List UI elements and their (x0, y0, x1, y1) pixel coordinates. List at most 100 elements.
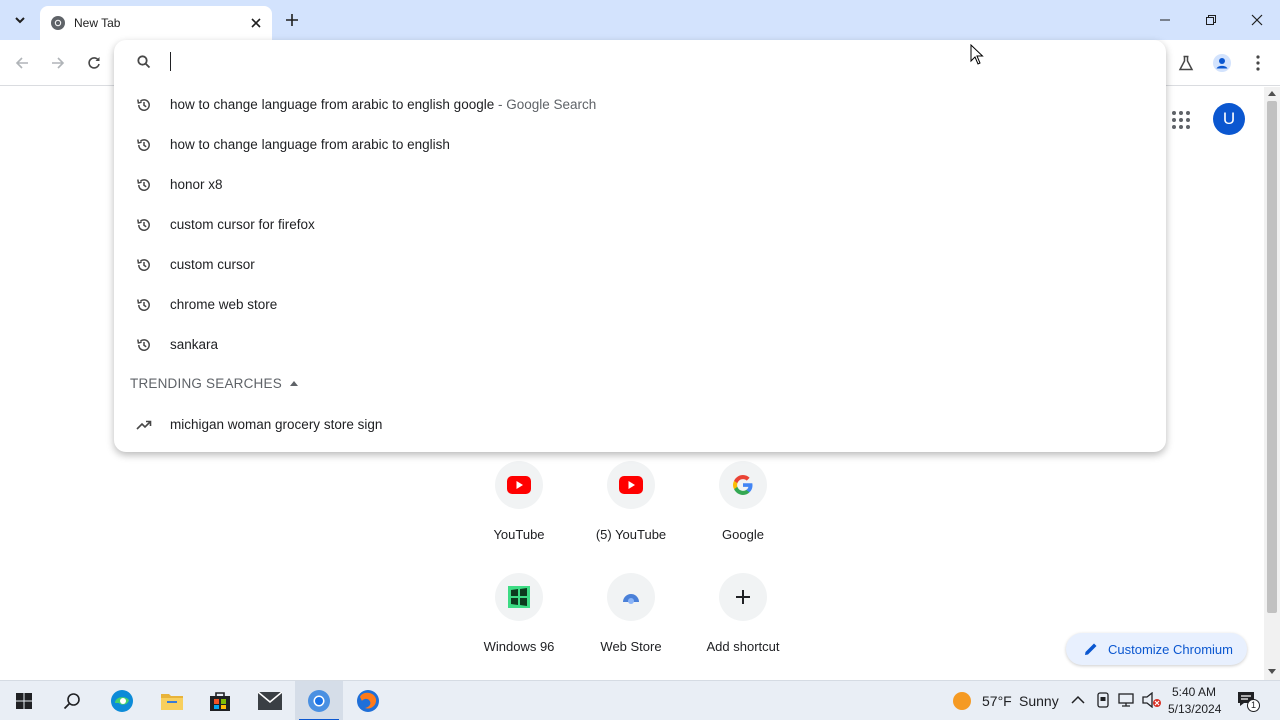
shortcut-label: Add shortcut (706, 639, 780, 654)
omnibox-input[interactable] (170, 52, 1070, 72)
apps-grid-icon (1172, 111, 1176, 115)
google-apps-button[interactable] (1168, 107, 1194, 133)
tab-close-button[interactable] (246, 13, 266, 33)
customize-chromium-button[interactable]: Customize Chromium (1066, 633, 1247, 665)
google-icon (733, 475, 753, 495)
suggestion-item[interactable]: chrome web store (114, 285, 1166, 325)
youtube-icon (619, 476, 643, 494)
profile-button[interactable] (1208, 49, 1236, 77)
chevron-down-icon (15, 17, 25, 24)
history-icon (137, 99, 150, 111)
trending-header-label: TRENDING SEARCHES (130, 376, 282, 391)
back-button[interactable] (8, 49, 36, 77)
taskbar-mail[interactable] (246, 681, 294, 720)
menu-button[interactable] (1244, 49, 1272, 77)
apps-grid-dot (1179, 118, 1183, 122)
scroll-thumb[interactable] (1267, 101, 1277, 613)
history-icon (137, 179, 150, 191)
trending-text: michigan woman grocery store sign (170, 417, 383, 432)
shortcut-label: Web Store (600, 639, 662, 654)
reload-icon (88, 57, 100, 69)
clock-time: 5:40 AM (1171, 685, 1217, 699)
shortcut-label: Google (722, 527, 764, 542)
suggestion-item[interactable]: custom cursor for firefox (114, 205, 1166, 245)
labs-button[interactable] (1172, 49, 1200, 77)
person-icon (1213, 54, 1231, 72)
system-clock[interactable]: 5:40 AM 5/13/2024 (1168, 684, 1222, 718)
arrow-left-icon (15, 57, 28, 69)
taskbar-edge[interactable] (98, 681, 146, 720)
mail-icon (258, 692, 282, 710)
weather-temp[interactable]: 57°F (982, 693, 1012, 709)
notification-count-badge: 1 (1247, 699, 1260, 712)
reload-button[interactable] (80, 49, 108, 77)
suggestion-item[interactable]: sankara (114, 325, 1166, 365)
plus-icon (736, 590, 750, 604)
shortcut-web-store[interactable]: Web Store (575, 559, 687, 663)
shortcut-google[interactable]: Google (687, 447, 799, 551)
tab-title: New Tab (74, 16, 121, 30)
apps-grid-dot (1179, 125, 1183, 129)
shortcut-tile (719, 573, 767, 621)
tab-new-tab[interactable]: New Tab (40, 6, 272, 40)
history-icon (137, 299, 150, 311)
pencil-icon (1085, 643, 1097, 655)
network-icon[interactable] (1118, 692, 1136, 708)
close-icon (1251, 14, 1263, 26)
text-caret (170, 52, 171, 71)
close-window-button[interactable] (1240, 6, 1274, 34)
windows96-icon (508, 586, 530, 608)
omnibox-dropdown: how to change language from arabic to en… (114, 40, 1166, 452)
store-bag-icon (210, 692, 230, 711)
shortcut-label: Windows 96 (483, 639, 555, 654)
apps-grid-dot (1172, 118, 1176, 122)
shortcut-windows-96[interactable]: Windows 96 (463, 559, 575, 663)
suggestion-item[interactable]: custom cursor (114, 245, 1166, 285)
omnibox[interactable] (114, 40, 1166, 84)
scroll-up-arrow[interactable] (1268, 91, 1276, 96)
minimize-icon (1160, 19, 1170, 21)
clock-date: 5/13/2024 (1168, 702, 1222, 716)
page-scrollbar[interactable] (1264, 87, 1280, 680)
account-avatar[interactable]: U (1213, 103, 1245, 135)
shortcut-youtube[interactable]: YouTube (463, 447, 575, 551)
taskbar-file-explorer[interactable] (148, 681, 196, 720)
history-icon (137, 259, 150, 271)
apps-grid-dot (1186, 118, 1190, 122)
minimize-button[interactable] (1148, 6, 1182, 34)
meet-now-icon[interactable] (1096, 692, 1110, 708)
apps-grid-dot (1186, 111, 1190, 115)
folder-icon (161, 694, 183, 710)
weather-condition[interactable]: Sunny (1019, 693, 1059, 709)
restore-button[interactable] (1194, 6, 1228, 34)
suggestion-suffix: - Google Search (494, 97, 597, 112)
suggestion-item[interactable]: how to change language from arabic to en… (114, 125, 1166, 165)
chevron-up-icon[interactable] (1071, 695, 1085, 705)
suggestion-text-wrap: how to change language from arabic to en… (170, 97, 596, 112)
new-tab-button[interactable] (280, 8, 304, 32)
taskbar-store[interactable] (196, 681, 244, 720)
windows-logo-icon (16, 693, 32, 709)
search-icon (137, 55, 151, 69)
add-shortcut-button[interactable]: Add shortcut (687, 559, 799, 663)
forward-button[interactable] (44, 49, 72, 77)
suggestion-item[interactable]: honor x8 (114, 165, 1166, 205)
taskbar-search-button[interactable] (48, 681, 96, 720)
tab-search-button[interactable] (8, 8, 32, 32)
scroll-down-arrow[interactable] (1268, 669, 1276, 674)
suggestion-text: custom cursor for firefox (170, 217, 315, 232)
suggestion-item[interactable]: how to change language from arabic to en… (114, 85, 1166, 125)
taskbar-chromium[interactable] (295, 681, 343, 720)
more-vert-icon (1256, 55, 1260, 71)
trending-icon (136, 420, 152, 430)
shortcut-youtube-5[interactable]: (5) YouTube (575, 447, 687, 551)
trending-searches-header[interactable]: TRENDING SEARCHES (130, 376, 298, 391)
volume-muted-icon[interactable] (1142, 692, 1162, 708)
start-button[interactable] (0, 681, 48, 720)
taskbar-firefox[interactable] (344, 681, 392, 720)
action-center-button[interactable]: 1 (1236, 689, 1260, 713)
suggestion-text: custom cursor (170, 257, 255, 272)
suggestion-text: sankara (170, 337, 219, 352)
taskbar: 57°F Sunny 5:40 AM 5/13/2024 1 (0, 680, 1280, 720)
trending-item[interactable]: michigan woman grocery store sign (114, 405, 1166, 445)
